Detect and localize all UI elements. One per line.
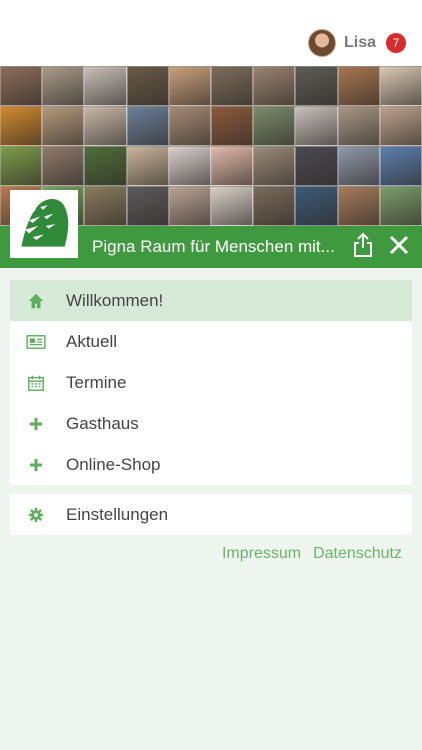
photo-tile [379, 106, 422, 146]
menu-item-label: Aktuell [66, 331, 118, 351]
photo-tile [337, 146, 380, 186]
photo-tile [168, 106, 211, 146]
menu-item-label: Termine [66, 372, 127, 392]
menu-item-label: Willkommen! [66, 290, 164, 310]
datenschutz-link[interactable]: Datenschutz [313, 545, 402, 563]
share-icon [354, 232, 372, 257]
photo-tile [295, 106, 338, 146]
photo-tile [253, 146, 296, 186]
menu-item-aktuell[interactable]: Aktuell [10, 321, 412, 362]
photo-tile [84, 186, 127, 226]
photo-tile [211, 186, 254, 226]
user-profile[interactable]: Lisa 7 [307, 28, 406, 58]
avatar[interactable] [307, 29, 336, 57]
newspaper-icon [24, 330, 48, 354]
photo-tile [42, 66, 85, 106]
photo-tile [126, 106, 169, 146]
close-button[interactable] [388, 234, 410, 256]
photo-tile [379, 186, 422, 226]
plus-icon [24, 453, 48, 477]
photo-tile [126, 146, 169, 186]
menu-item-label: Online-Shop [66, 454, 161, 474]
photo-tile [211, 66, 254, 106]
photo-tile [84, 66, 127, 106]
footer-links: Impressum Datenschutz [222, 545, 402, 563]
photo-tile [42, 146, 85, 186]
calendar-icon [24, 371, 48, 395]
menu-item-willkommen[interactable]: Willkommen! [10, 280, 412, 321]
menu-item-einstellungen[interactable]: Einstellungen [10, 494, 412, 535]
photo-tile [0, 146, 43, 186]
tree-logo-icon [12, 192, 76, 256]
notification-badge[interactable]: 7 [386, 33, 406, 53]
home-icon [24, 289, 48, 313]
share-button[interactable] [352, 232, 374, 258]
photo-tile [0, 106, 43, 146]
menu-item-label: Einstellungen [66, 504, 169, 524]
photo-tile [211, 106, 254, 146]
settings-menu: Einstellungen [10, 494, 412, 535]
photo-tile [84, 146, 127, 186]
photo-tile [253, 186, 296, 226]
photo-tile [42, 106, 85, 146]
gear-icon [24, 503, 48, 527]
menu-item-termine[interactable]: Termine [10, 362, 412, 403]
menu-item-gasthaus[interactable]: Gasthaus [10, 403, 412, 444]
photo-tile [168, 146, 211, 186]
photo-tile [168, 186, 211, 226]
app-logo [10, 190, 78, 258]
photo-tile [126, 186, 169, 226]
photo-tile [126, 66, 169, 106]
photo-tile [211, 146, 254, 186]
page-title: Pigna Raum für Menschen mit... [92, 237, 335, 256]
photo-tile [253, 106, 296, 146]
close-icon [389, 235, 409, 255]
plus-icon [24, 412, 48, 436]
top-bar: Lisa 7 [0, 0, 422, 66]
photo-tile [295, 146, 338, 186]
photo-tile [337, 186, 380, 226]
user-name[interactable]: Lisa [344, 34, 376, 52]
menu-item-online-shop[interactable]: Online-Shop [10, 444, 412, 485]
impressum-link[interactable]: Impressum [222, 545, 301, 563]
photo-tile [295, 186, 338, 226]
photo-tile [337, 106, 380, 146]
photo-tile [253, 66, 296, 106]
photo-tile [337, 66, 380, 106]
main-menu: Willkommen! Aktuell Termine Gasthaus Onl… [10, 280, 412, 485]
photo-tile [0, 66, 43, 106]
photo-tile [84, 106, 127, 146]
photo-tile [168, 66, 211, 106]
menu-item-label: Gasthaus [66, 413, 139, 433]
photo-tile [295, 66, 338, 106]
photo-tile [379, 66, 422, 106]
photo-tile [379, 146, 422, 186]
